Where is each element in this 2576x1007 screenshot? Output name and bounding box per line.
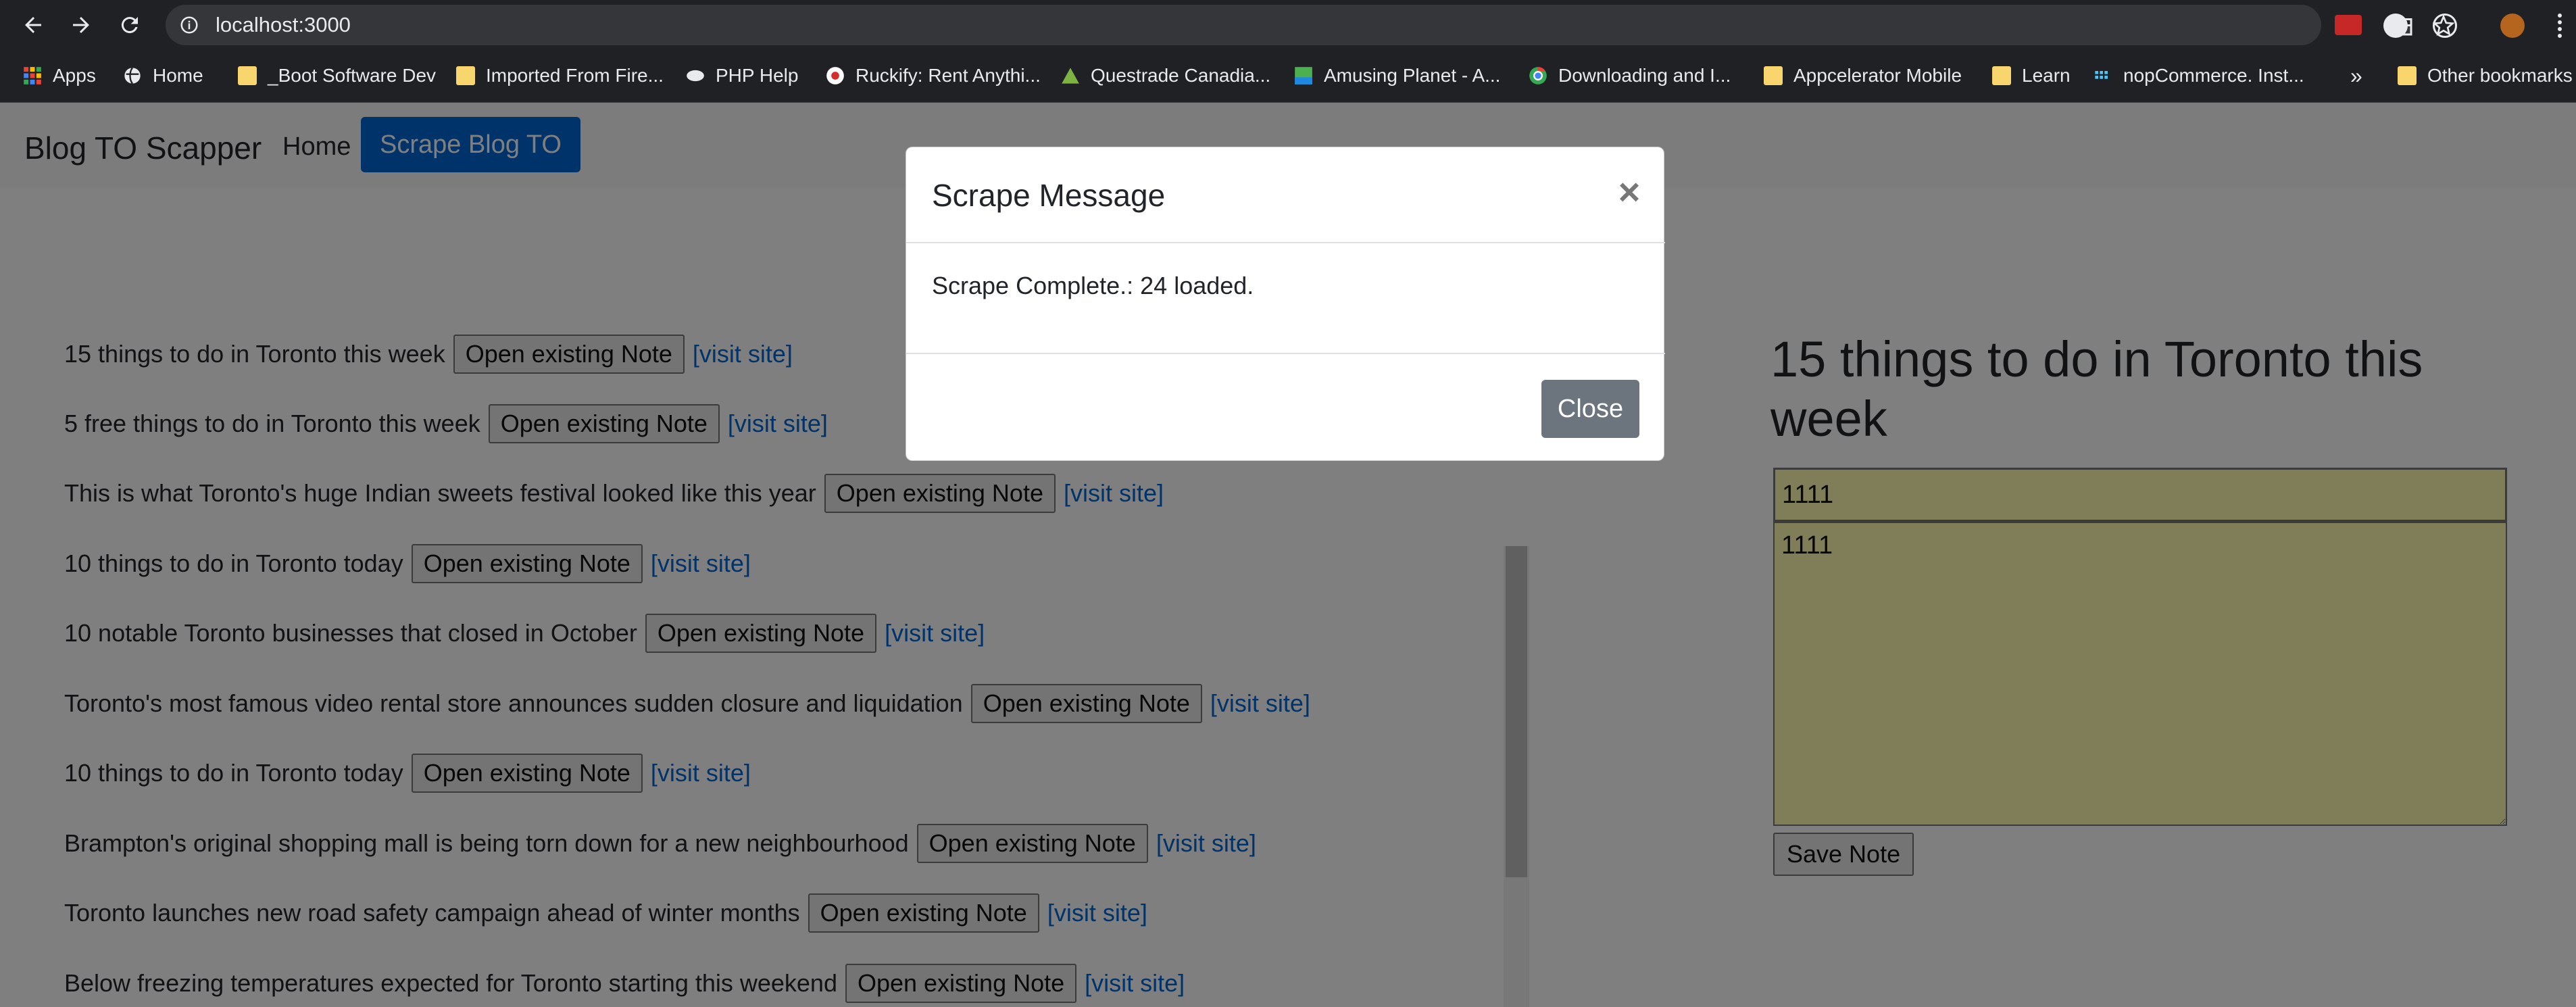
bookmark-label: Apps: [53, 65, 96, 86]
bookmark-learn[interactable]: Learn: [1992, 62, 2071, 89]
folder-icon: [1992, 66, 2011, 85]
url-text[interactable]: localhost:3000: [216, 13, 351, 37]
questrade-icon: [1062, 68, 1079, 84]
bookmark-label: Home: [153, 65, 203, 86]
modal-header: Scrape Message ×: [906, 147, 1665, 243]
modal-footer: Close: [906, 353, 1665, 462]
bookmark-amusing-planet[interactable]: Amusing Planet - A...: [1294, 62, 1500, 89]
bookmark-label: Downloading and I...: [1558, 65, 1731, 86]
bookmark-php-help[interactable]: PHP Help: [686, 62, 798, 89]
modal-body-text: Scrape Complete.: 24 loaded.: [932, 272, 1254, 299]
folder-icon: [1764, 66, 1783, 85]
bookmark-nopcommerce[interactable]: nopCommerce. Inst...: [2094, 62, 2304, 89]
bookmark-other-bookmarks[interactable]: Other bookmarks: [2398, 62, 2573, 89]
bookmarks-bar: Apps Home _Boot Software Dev Imported Fr…: [0, 50, 2576, 103]
bookmark-appcelerator-mobile[interactable]: Appcelerator Mobile: [1764, 62, 1962, 89]
bookmark-label: »: [2350, 63, 2362, 88]
bookmark-label: Imported From Fire...: [486, 65, 664, 86]
bookmark-label: Appcelerator Mobile: [1793, 65, 1962, 86]
nopcommerce-icon: [2095, 71, 2108, 79]
bookmark-label: Questrade Canadia...: [1091, 65, 1271, 86]
info-icon[interactable]: [179, 15, 199, 35]
bookmark-questrade[interactable]: Questrade Canadia...: [1061, 62, 1270, 89]
browser-toolbar: localhost:3000: [0, 0, 2576, 50]
bookmark-apps[interactable]: Apps: [23, 62, 96, 89]
apps-grid-icon: [24, 67, 41, 84]
folder-icon: [238, 66, 257, 85]
bookmark-label: Other bookmarks: [2427, 65, 2573, 86]
extension-circle-icon[interactable]: [2383, 14, 2408, 38]
globe-icon: [124, 67, 141, 84]
close-button[interactable]: Close: [1541, 380, 1639, 438]
ruckify-icon: [826, 67, 844, 84]
avatar[interactable]: [2500, 14, 2525, 38]
extension-red-icon[interactable]: [2335, 15, 2362, 35]
image-icon: [1295, 67, 1312, 84]
bookmark-downloading[interactable]: Downloading and I...: [1529, 62, 1731, 89]
back-icon[interactable]: [17, 9, 49, 41]
bookmark-label: _Boot Software Dev: [268, 65, 437, 86]
folder-icon: [2398, 66, 2417, 85]
address-bar[interactable]: localhost:3000: [166, 5, 2454, 45]
scrape-message-modal: Scrape Message × Scrape Complete.: 24 lo…: [906, 147, 1665, 462]
bookmark-label: Amusing Planet - A...: [1324, 65, 1501, 86]
forward-icon[interactable]: [65, 9, 97, 41]
bookmark-boot-software-dev[interactable]: _Boot Software Dev: [238, 62, 436, 89]
bookmark-label: Ruckify: Rent Anythi...: [856, 65, 1041, 86]
bookmark-label: nopCommerce. Inst...: [2123, 65, 2304, 86]
bookmarks-overflow-chevron[interactable]: »: [2350, 62, 2362, 89]
modal-title: Scrape Message: [932, 178, 1166, 213]
php-icon: [687, 70, 704, 82]
menu-dots-icon[interactable]: [2558, 14, 2563, 38]
chrome-icon: [1529, 67, 1547, 84]
bookmark-home[interactable]: Home: [123, 62, 203, 89]
bookmark-label: Learn: [2022, 65, 2071, 86]
bookmark-imported-from-firefox[interactable]: Imported From Fire...: [456, 62, 664, 89]
bookmark-ruckify[interactable]: Ruckify: Rent Anythi...: [826, 62, 1041, 89]
bookmark-label: PHP Help: [716, 65, 799, 86]
folder-icon: [456, 66, 475, 85]
close-icon[interactable]: ×: [1612, 173, 1646, 211]
reload-icon[interactable]: [114, 9, 146, 41]
react-devtools-icon[interactable]: [2433, 14, 2457, 38]
